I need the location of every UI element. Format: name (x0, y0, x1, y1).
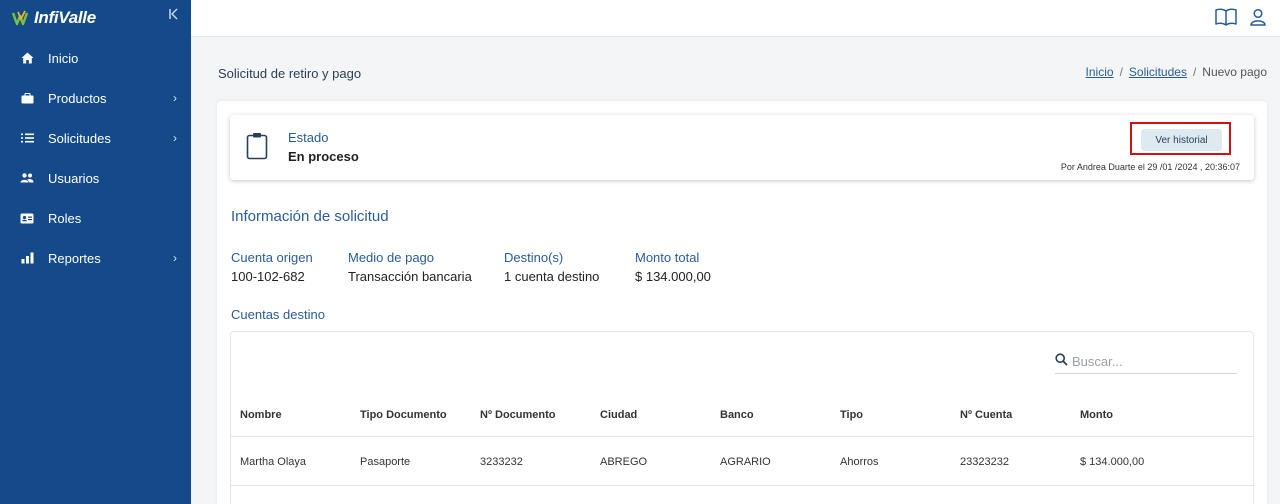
breadcrumb-solicitudes-link[interactable]: Solicitudes (1129, 65, 1187, 79)
info-value: 1 cuenta destino (504, 269, 600, 284)
sidebar-item-reportes[interactable]: Reportes › (0, 238, 191, 278)
id-card-icon (20, 211, 34, 225)
clipboard-icon (246, 132, 268, 165)
section-title: Información de solicitud (231, 208, 389, 225)
request-card: Estado En proceso Ver historial Por Andr… (217, 101, 1267, 504)
info-label: Medio de pago (348, 250, 435, 265)
table-cell: Pasaporte (360, 455, 411, 468)
breadcrumb: Inicio / Solicitudes / Nuevo pago (1086, 65, 1267, 79)
column-header[interactable]: Nº Cuenta (960, 409, 1012, 421)
column-header[interactable]: Tipo (840, 409, 863, 421)
brand[interactable]: InfiValle (0, 0, 191, 36)
list-icon (20, 131, 34, 145)
table-cell: $ 134.000,00 (1080, 455, 1145, 468)
info-medio-de-pago: Medio de pago Transacción bancaria (348, 250, 472, 284)
sidebar-item-roles[interactable]: Roles (0, 198, 191, 238)
briefcase-icon (20, 91, 34, 105)
column-header[interactable]: Banco (720, 409, 754, 421)
chevron-right-icon: › (173, 251, 177, 265)
breadcrumb-separator: / (1119, 65, 1123, 79)
users-icon (20, 171, 34, 185)
info-value: 100-102-682 (231, 269, 305, 284)
view-history-button[interactable]: Ver historial (1141, 129, 1222, 151)
sidebar: InfiValle Inicio Productos › Solicitudes… (0, 0, 191, 504)
page-title: Solicitud de retiro y pago (218, 66, 362, 81)
info-monto-total: Monto total $ 134.000,00 (635, 250, 711, 284)
breadcrumb-inicio-link[interactable]: Inicio (1086, 65, 1114, 79)
table-cell: 23323232 (960, 455, 1009, 468)
accounts-title: Cuentas destino (231, 307, 325, 322)
sidebar-item-label: Productos (48, 90, 107, 106)
status-value: En proceso (288, 149, 359, 164)
search-box (1055, 350, 1237, 374)
chevron-right-icon: › (173, 131, 177, 145)
column-header[interactable]: Tipo Documento (360, 409, 447, 421)
infivalle-logo-icon (12, 10, 32, 26)
search-input[interactable] (1072, 354, 1222, 369)
user-icon[interactable] (1246, 6, 1270, 28)
status-label: Estado (288, 130, 329, 145)
top-actions (1214, 6, 1270, 28)
table-cell: ABREGO (600, 455, 648, 468)
column-header[interactable]: Ciudad (600, 409, 637, 421)
sidebar-item-productos[interactable]: Productos › (0, 78, 191, 118)
table-row[interactable]: Martha Olaya Pasaporte 3233232 ABREGO AG… (231, 438, 1253, 486)
column-header[interactable]: Nombre (240, 409, 282, 421)
sidebar-item-label: Reportes (48, 250, 101, 266)
column-header[interactable]: Nº Documento (480, 409, 556, 421)
table-cell: 3233232 (480, 455, 523, 468)
info-destinos: Destino(s) 1 cuenta destino (504, 250, 599, 284)
top-bar (191, 0, 1280, 37)
status-meta: Por Andrea Duarte el 29 /01 /2024 , 20:3… (1060, 162, 1240, 172)
column-header[interactable]: Monto (1080, 409, 1113, 421)
status-box: Estado En proceso Ver historial Por Andr… (230, 115, 1254, 180)
home-icon (20, 51, 34, 65)
sidebar-item-label: Solicitudes (48, 130, 111, 146)
breadcrumb-separator: / (1192, 65, 1197, 79)
collapse-sidebar-icon[interactable] (169, 8, 179, 23)
sidebar-item-label: Usuarios (48, 170, 100, 186)
table-cell: Ahorros (840, 455, 879, 468)
sidebar-item-solicitudes[interactable]: Solicitudes › (0, 118, 191, 158)
info-label: Monto total (635, 250, 700, 265)
bar-chart-icon (20, 251, 34, 265)
sidebar-item-label: Inicio (48, 50, 79, 66)
table-cell: AGRARIO (720, 455, 771, 468)
info-cuenta-origen: Cuenta origen 100-102-682 (231, 250, 313, 284)
brand-name: InfiValle (34, 8, 96, 27)
sidebar-item-usuarios[interactable]: Usuarios (0, 158, 191, 198)
info-label: Cuenta origen (231, 250, 313, 265)
info-value: Transacción bancaria (348, 269, 472, 284)
breadcrumb-current: Nuevo pago (1202, 65, 1267, 79)
chevron-right-icon: › (173, 91, 177, 105)
sidebar-nav: Inicio Productos › Solicitudes › Usuario… (0, 38, 191, 278)
table-header: Nombre Tipo Documento Nº Documento Ciuda… (231, 394, 1253, 437)
sidebar-item-label: Roles (48, 210, 82, 226)
table-cell: Martha Olaya (240, 455, 307, 468)
sidebar-item-inicio[interactable]: Inicio (0, 38, 191, 78)
info-value: $ 134.000,00 (635, 269, 711, 284)
book-icon[interactable] (1214, 6, 1238, 28)
accounts-table: Nombre Tipo Documento Nº Documento Ciuda… (230, 331, 1254, 504)
info-label: Destino(s) (504, 250, 564, 265)
search-icon (1055, 352, 1068, 371)
